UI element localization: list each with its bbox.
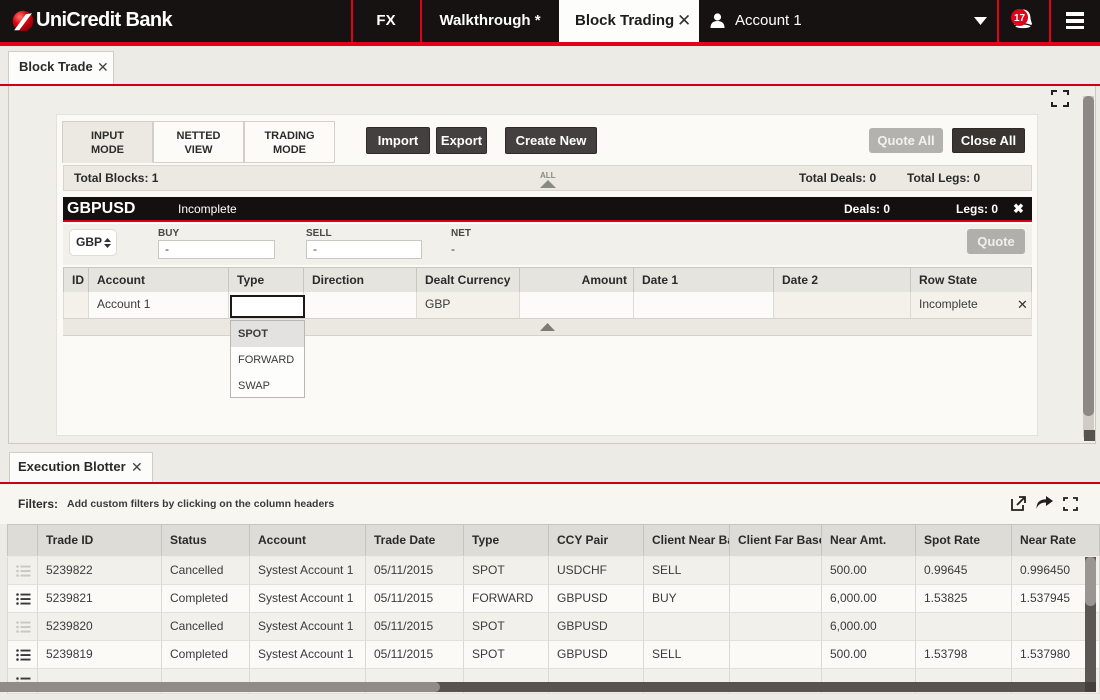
svg-text:17: 17 [1014, 13, 1026, 24]
